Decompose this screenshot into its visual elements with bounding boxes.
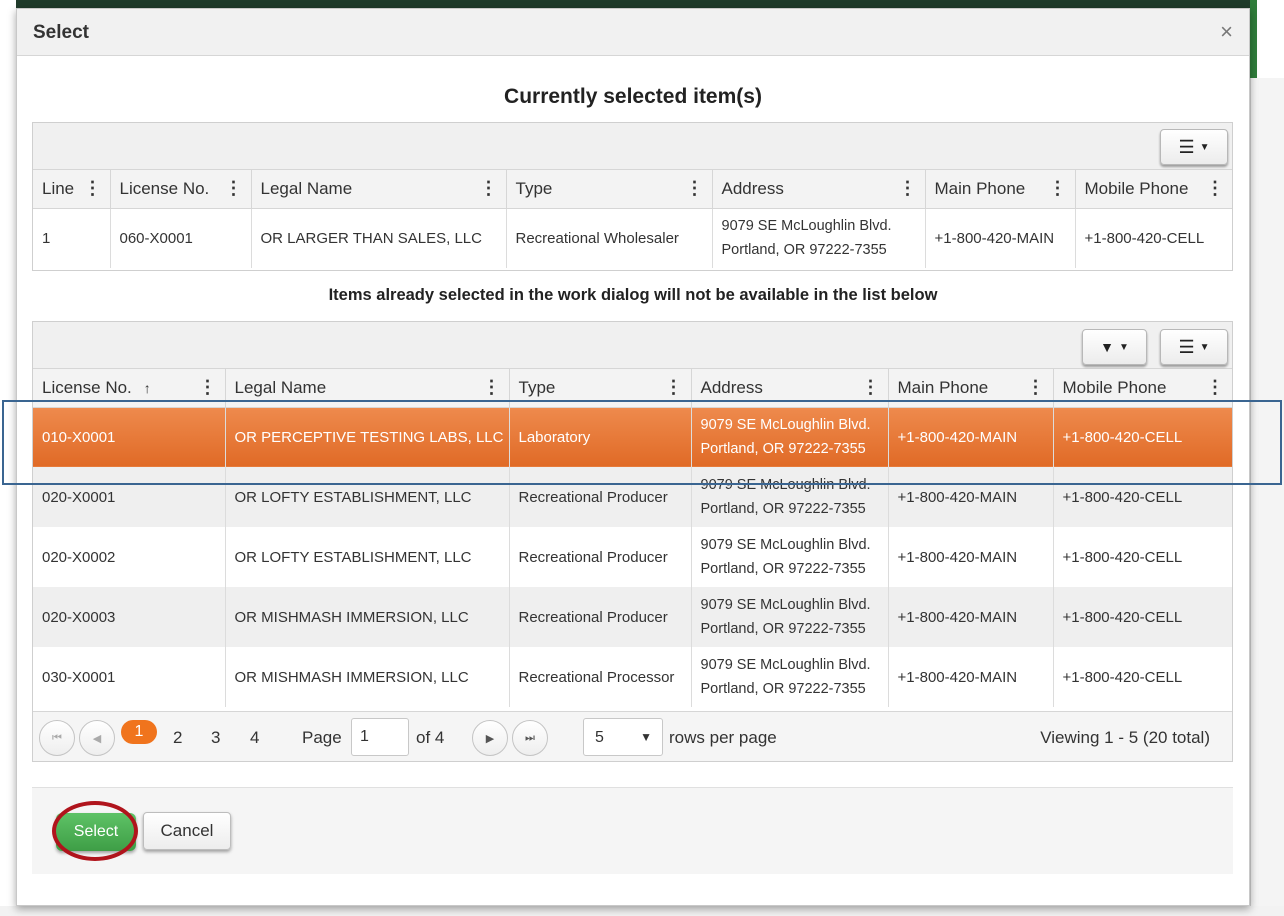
cell-license: 020-X0002 <box>33 527 226 587</box>
last-page-icon[interactable]: ⏭ <box>512 720 548 756</box>
first-page-icon[interactable]: ⏮ <box>39 720 75 756</box>
page-link-4[interactable]: 4 <box>250 728 259 748</box>
cell-license: 020-X0003 <box>33 587 226 647</box>
column-menu-button[interactable]: ☰ ▼ <box>1160 129 1228 165</box>
cell-type: Recreational Wholesaler <box>506 208 713 268</box>
background-bottom <box>0 906 1284 916</box>
cell-main-phone: +1-800-420-MAIN <box>888 587 1054 647</box>
rows-per-page-label: rows per page <box>669 728 777 747</box>
prev-page-icon[interactable]: ◀ <box>79 720 115 756</box>
dialog-title: Select <box>33 22 89 43</box>
table-row[interactable]: 1 060-X0001 OR LARGER THAN SALES, LLC Re… <box>33 208 1232 268</box>
cell-legal-name: OR LOFTY ESTABLISHMENT, LLC <box>225 527 510 587</box>
filter-icon: ▼ <box>1100 339 1114 355</box>
cell-line: 1 <box>33 208 111 268</box>
chevron-down-icon: ▼ <box>640 730 652 744</box>
table-row[interactable]: 020-X0002 OR LOFTY ESTABLISHMENT, LLC Re… <box>33 527 1232 587</box>
table-row[interactable]: 030-X0001 OR MISHMASH IMMERSION, LLC Rec… <box>33 647 1232 707</box>
caret-down-icon: ▼ <box>1199 341 1210 353</box>
cell-legal-name: OR MISHMASH IMMERSION, LLC <box>225 587 510 647</box>
cell-type: Recreational Producer <box>509 587 692 647</box>
selected-items-heading: Currently selected item(s) <box>504 85 762 108</box>
pagination-bar: ⏮ ◀ 1 2 3 4 Page of 4 ▶ ⏭ 5 ▼ rows per p… <box>33 711 1232 761</box>
cell-legal-name: OR LARGER THAN SALES, LLC <box>251 208 507 268</box>
menu-icon: ☰ <box>1178 336 1195 357</box>
column-header-license[interactable]: License No. ⋮ <box>110 170 252 209</box>
cell-address: 9079 SE McLoughlin Blvd. Portland, OR 972… <box>712 208 926 268</box>
page-link-2[interactable]: 2 <box>173 728 182 748</box>
column-options-icon[interactable]: ⋮ <box>483 377 501 398</box>
column-options-icon[interactable]: ⋮ <box>84 178 102 199</box>
cancel-button[interactable]: Cancel <box>143 812 231 850</box>
dialog-header: Select × <box>17 9 1249 56</box>
menu-icon: ☰ <box>1178 136 1195 157</box>
cell-address: 9079 SE McLoughlin Blvd. Portland, OR 972… <box>691 527 889 587</box>
cell-license: 030-X0001 <box>33 647 226 707</box>
viewing-summary: Viewing 1 - 5 (20 total) <box>1040 728 1210 747</box>
sort-ascending-icon: ↑ <box>143 379 151 396</box>
dialog-footer: Select Cancel <box>32 787 1233 874</box>
column-options-icon[interactable]: ⋮ <box>199 377 217 398</box>
page-label: Page <box>302 728 342 747</box>
column-options-icon[interactable]: ⋮ <box>1049 178 1067 199</box>
column-header-legal-name[interactable]: Legal Name ⋮ <box>251 170 507 209</box>
cell-main-phone: +1-800-420-MAIN <box>888 647 1054 707</box>
column-header-mobile-phone[interactable]: Mobile Phone ⋮ <box>1075 170 1232 209</box>
cell-mobile-phone: +1-800-420-CELL <box>1053 587 1232 647</box>
cell-legal-name: OR MISHMASH IMMERSION, LLC <box>225 647 510 707</box>
background-green-edge <box>1250 0 1257 78</box>
column-header-line[interactable]: Line ⋮ <box>33 170 111 209</box>
caret-down-icon: ▼ <box>1199 141 1210 153</box>
annotation-highlight-box <box>2 400 1282 485</box>
list-grid-toolbar: ▼ ▼ ☰ ▼ <box>33 322 1232 369</box>
cell-mobile-phone: +1-800-420-CELL <box>1084 229 1205 247</box>
page-number-input[interactable] <box>351 718 409 756</box>
column-header-type[interactable]: Type ⋮ <box>506 170 713 209</box>
rows-per-page-select[interactable]: 5 ▼ <box>583 718 663 756</box>
column-options-icon[interactable]: ⋮ <box>1206 178 1224 199</box>
column-options-icon[interactable]: ⋮ <box>862 377 880 398</box>
column-options-icon[interactable]: ⋮ <box>665 377 683 398</box>
annotation-ring <box>52 801 138 861</box>
column-options-icon[interactable]: ⋮ <box>686 178 704 199</box>
background-right-panel <box>1250 78 1284 916</box>
page-link-3[interactable]: 3 <box>211 728 220 748</box>
cell-license: 060-X0001 <box>110 208 252 268</box>
page-link-1[interactable]: 1 <box>121 720 157 744</box>
cell-type: Recreational Producer <box>509 527 692 587</box>
cell-main-phone: +1-800-420-MAIN <box>925 208 1076 268</box>
available-items-grid: ▼ ▼ ☰ ▼ License No. ↑ ⋮ Legal Name ⋮ Type ⋮ Ad… <box>32 321 1233 762</box>
cell-type: Recreational Processor <box>509 647 692 707</box>
column-options-icon[interactable]: ⋮ <box>480 178 498 199</box>
availability-note: Items already selected in the work dialo… <box>328 286 938 304</box>
table-row[interactable]: 020-X0003 OR MISHMASH IMMERSION, LLC Rec… <box>33 587 1232 647</box>
background-top-bar <box>16 0 1256 8</box>
close-icon[interactable]: × <box>1220 19 1233 45</box>
cell-mobile-phone: +1-800-420-CELL <box>1062 668 1183 686</box>
cell-main-phone: +1-800-420-MAIN <box>888 527 1054 587</box>
selected-grid-toolbar: ☰ ▼ <box>33 123 1232 170</box>
column-options-icon[interactable]: ⋮ <box>899 178 917 199</box>
column-options-icon[interactable]: ⋮ <box>1206 377 1224 398</box>
column-options-icon[interactable]: ⋮ <box>225 178 243 199</box>
selected-items-grid: ☰ ▼ Line ⋮ License No. ⋮ Legal Name ⋮ Type ⋮ … <box>32 122 1233 271</box>
caret-down-icon: ▼ <box>1118 341 1129 353</box>
page-count-label: of 4 <box>416 728 445 747</box>
column-menu-button[interactable]: ☰ ▼ <box>1160 329 1228 365</box>
selected-items-table: Line ⋮ License No. ⋮ Legal Name ⋮ Type ⋮ Add… <box>33 170 1232 268</box>
column-header-address[interactable]: Address ⋮ <box>712 170 926 209</box>
next-page-icon[interactable]: ▶ <box>472 720 508 756</box>
rows-per-page-value: 5 <box>595 729 604 746</box>
cell-address: 9079 SE McLoughlin Blvd. Portland, OR 972… <box>691 647 889 707</box>
cell-mobile-phone: +1-800-420-CELL <box>1062 548 1183 566</box>
cell-address: 9079 SE McLoughlin Blvd. Portland, OR 972… <box>691 587 889 647</box>
filter-button[interactable]: ▼ ▼ <box>1082 329 1147 365</box>
column-header-main-phone[interactable]: Main Phone ⋮ <box>925 170 1076 209</box>
column-options-icon[interactable]: ⋮ <box>1027 377 1045 398</box>
